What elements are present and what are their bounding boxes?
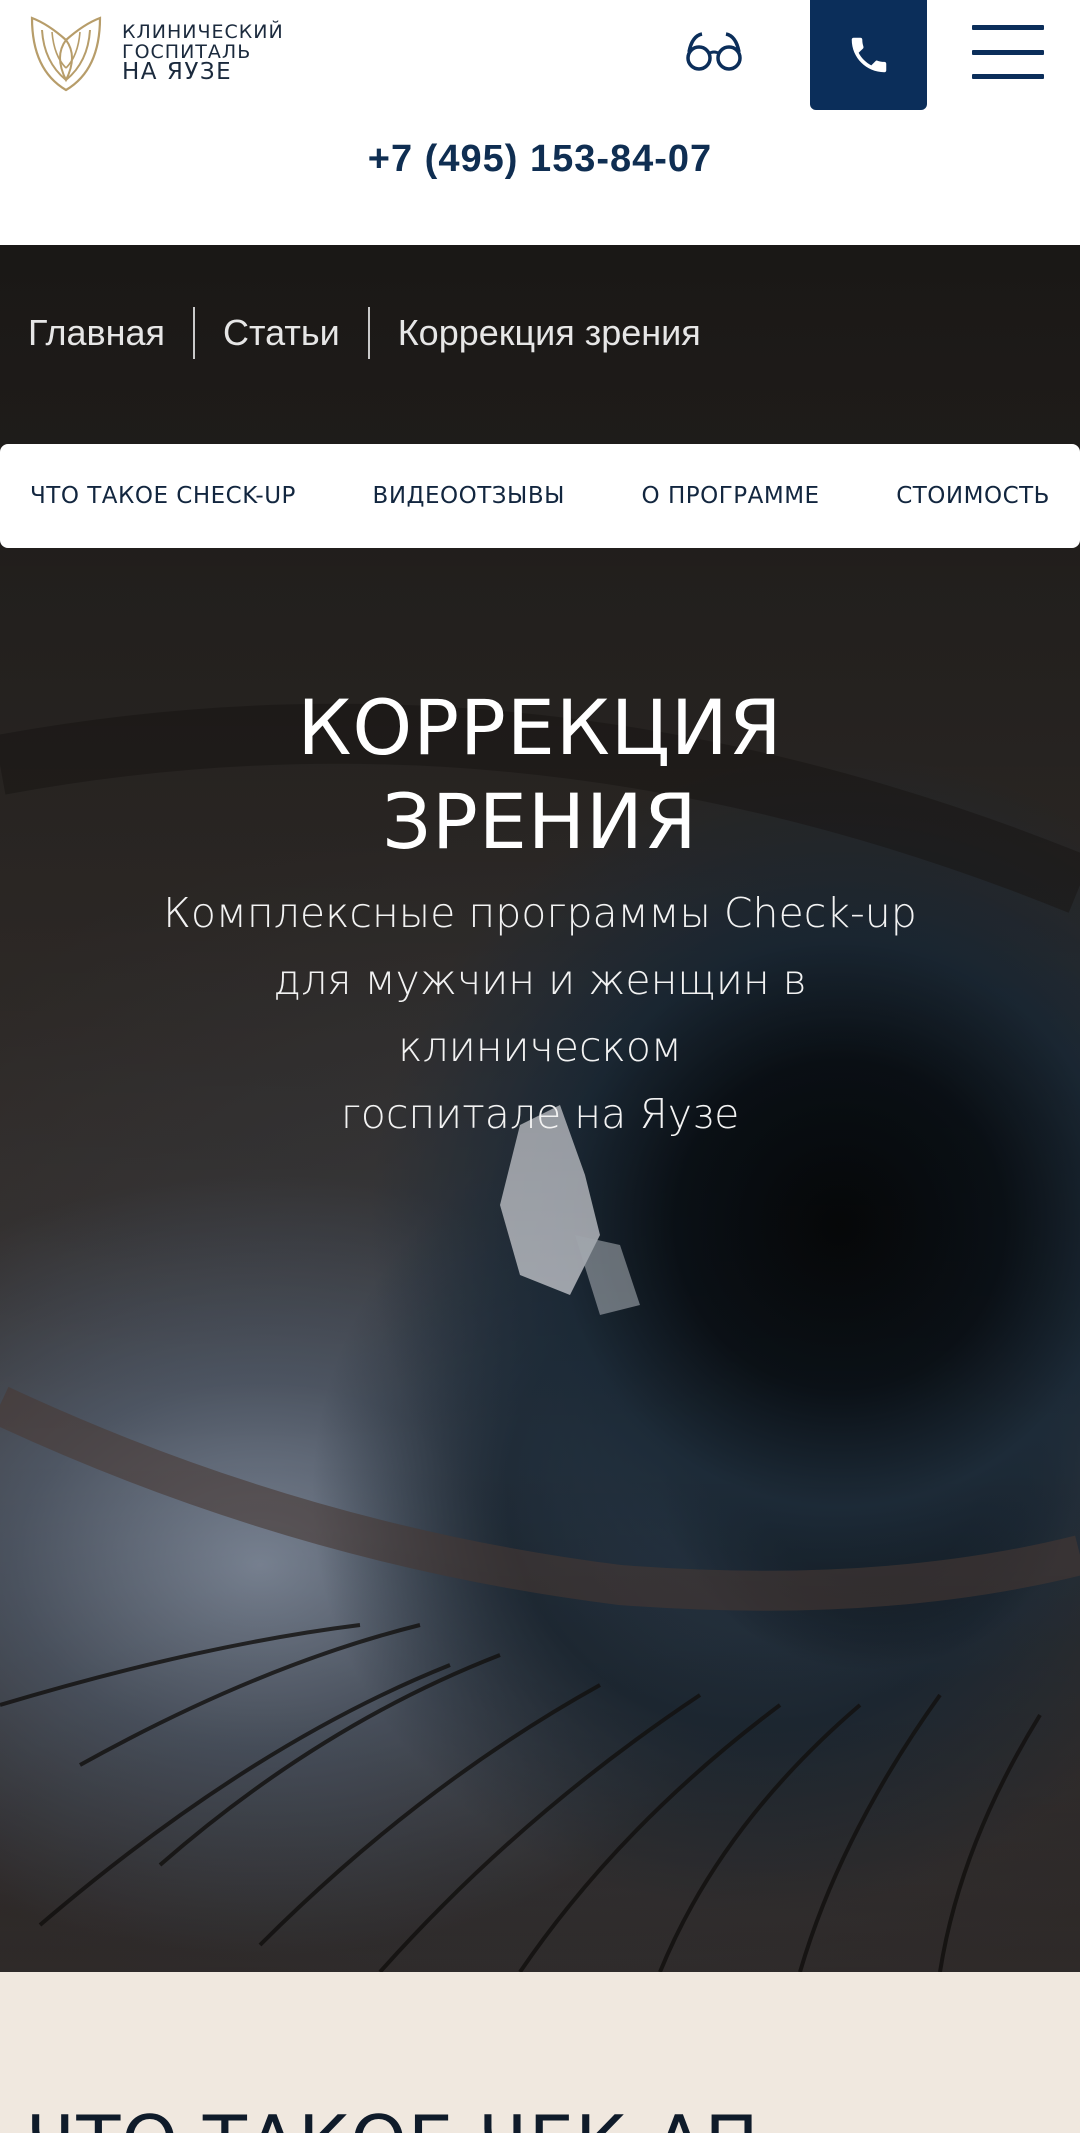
hero-subtitle-line-3: госпитале на Яузе [340,1090,740,1138]
logo-line-1: КЛИНИЧЕСКИЙ [122,21,284,43]
hero-subtitle: Комплексные программы Check-up для мужчи… [140,880,940,1148]
glasses-icon[interactable] [684,30,744,74]
section-nav-price[interactable]: СТОИМОСТЬ [896,483,1050,509]
breadcrumb-current: Коррекция зрения [397,312,701,353]
page-title-line-2: ЗРЕНИЯ [382,776,698,866]
breadcrumb-separator [367,307,370,359]
section-nav-what-is-checkup[interactable]: ЧТО ТАКОЕ CHECK-UP [30,483,296,509]
section-heading: ЧТО ТАКОЕ ЧЕК-АП [26,2100,760,2133]
breadcrumb-home[interactable]: Главная [28,312,165,354]
menu-line [972,25,1044,30]
hamburger-menu-icon[interactable] [972,25,1044,79]
section-nav-video-reviews[interactable]: ВИДЕООТЗЫВЫ [373,483,565,509]
section-nav: ЧТО ТАКОЕ CHECK-UP ВИДЕООТЗЫВЫ О ПРОГРАМ… [0,444,1080,548]
page-title: КОРРЕКЦИЯ ЗРЕНИЯ [0,681,1080,869]
logo-line-3: НА ЯУЗЕ [122,59,233,85]
page-title-line-1: КОРРЕКЦИЯ [297,682,783,772]
menu-line [972,74,1044,79]
section-nav-about-program[interactable]: О ПРОГРАММЕ [642,483,820,509]
site-header: КЛИНИЧЕСКИЙ ГОСПИТАЛЬ НА ЯУЗЕ +7 (495) 1… [0,0,1080,245]
logo-text: КЛИНИЧЕСКИЙ ГОСПИТАЛЬ НА ЯУЗЕ [122,21,284,85]
menu-line [972,49,1044,55]
hero-subtitle-line-1: Комплексные программы Check-up [163,889,917,937]
hero-subtitle-line-2: для мужчин и женщин в клиническом [273,956,807,1071]
phone-icon [851,37,886,73]
logo[interactable]: КЛИНИЧЕСКИЙ ГОСПИТАЛЬ НА ЯУЗЕ [26,10,284,94]
what-is-checkup-section: ЧТО ТАКОЕ ЧЕК-АП [0,1972,1080,2133]
breadcrumb-separator [193,307,196,359]
lotus-logo-icon [30,16,102,92]
breadcrumb-articles[interactable]: Статьи [223,312,340,354]
phone-number-link[interactable]: +7 (495) 153-84-07 [0,138,1080,181]
hero-section: Главная Статьи Коррекция зрения ЧТО ТАКО… [0,245,1080,1972]
breadcrumb: Главная Статьи Коррекция зрения [28,307,701,359]
call-button[interactable] [810,0,927,110]
